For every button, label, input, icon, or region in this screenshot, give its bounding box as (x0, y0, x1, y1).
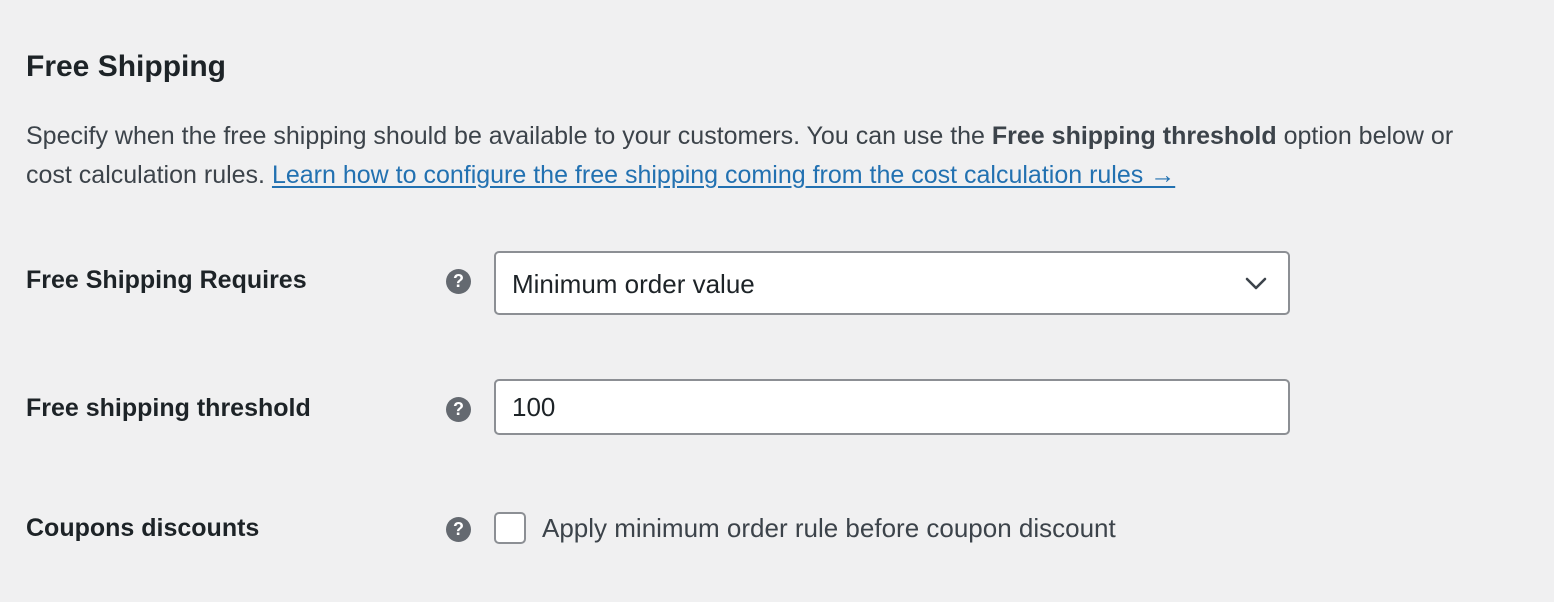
free-shipping-threshold-input[interactable] (494, 379, 1290, 435)
description-line-2: cost calculation rules. Learn how to con… (26, 156, 1554, 195)
description-line-1: Specify when the free shipping should be… (26, 117, 1554, 156)
chevron-down-icon (1245, 277, 1267, 290)
free-shipping-threshold-label: Free shipping threshold (26, 394, 311, 422)
select-value: Minimum order value (512, 269, 755, 299)
question-circle-icon[interactable]: ? (446, 397, 471, 422)
description-highlight: Free shipping threshold (991, 122, 1277, 150)
description-text-end: cost calculation rules. (26, 161, 272, 189)
coupon-discount-checkbox-label[interactable]: Apply minimum order rule before coupon d… (542, 512, 1116, 544)
description-text: Specify when the free shipping should be… (26, 122, 992, 150)
section-description: Specify when the free shipping should be… (26, 117, 1554, 195)
coupon-discount-checkbox[interactable] (494, 512, 526, 544)
question-circle-icon[interactable]: ? (446, 269, 471, 294)
question-circle-icon[interactable]: ? (446, 517, 471, 542)
description-text-continued: option below or (1276, 122, 1454, 150)
coupons-discounts-label: Coupons discounts (26, 514, 260, 542)
free-shipping-requires-label: Free Shipping Requires (26, 266, 307, 294)
section-title: Free Shipping (26, 50, 227, 83)
learn-more-link[interactable]: Learn how to configure the free shipping… (272, 161, 1175, 189)
free-shipping-requires-select[interactable]: Minimum order value (494, 251, 1290, 315)
